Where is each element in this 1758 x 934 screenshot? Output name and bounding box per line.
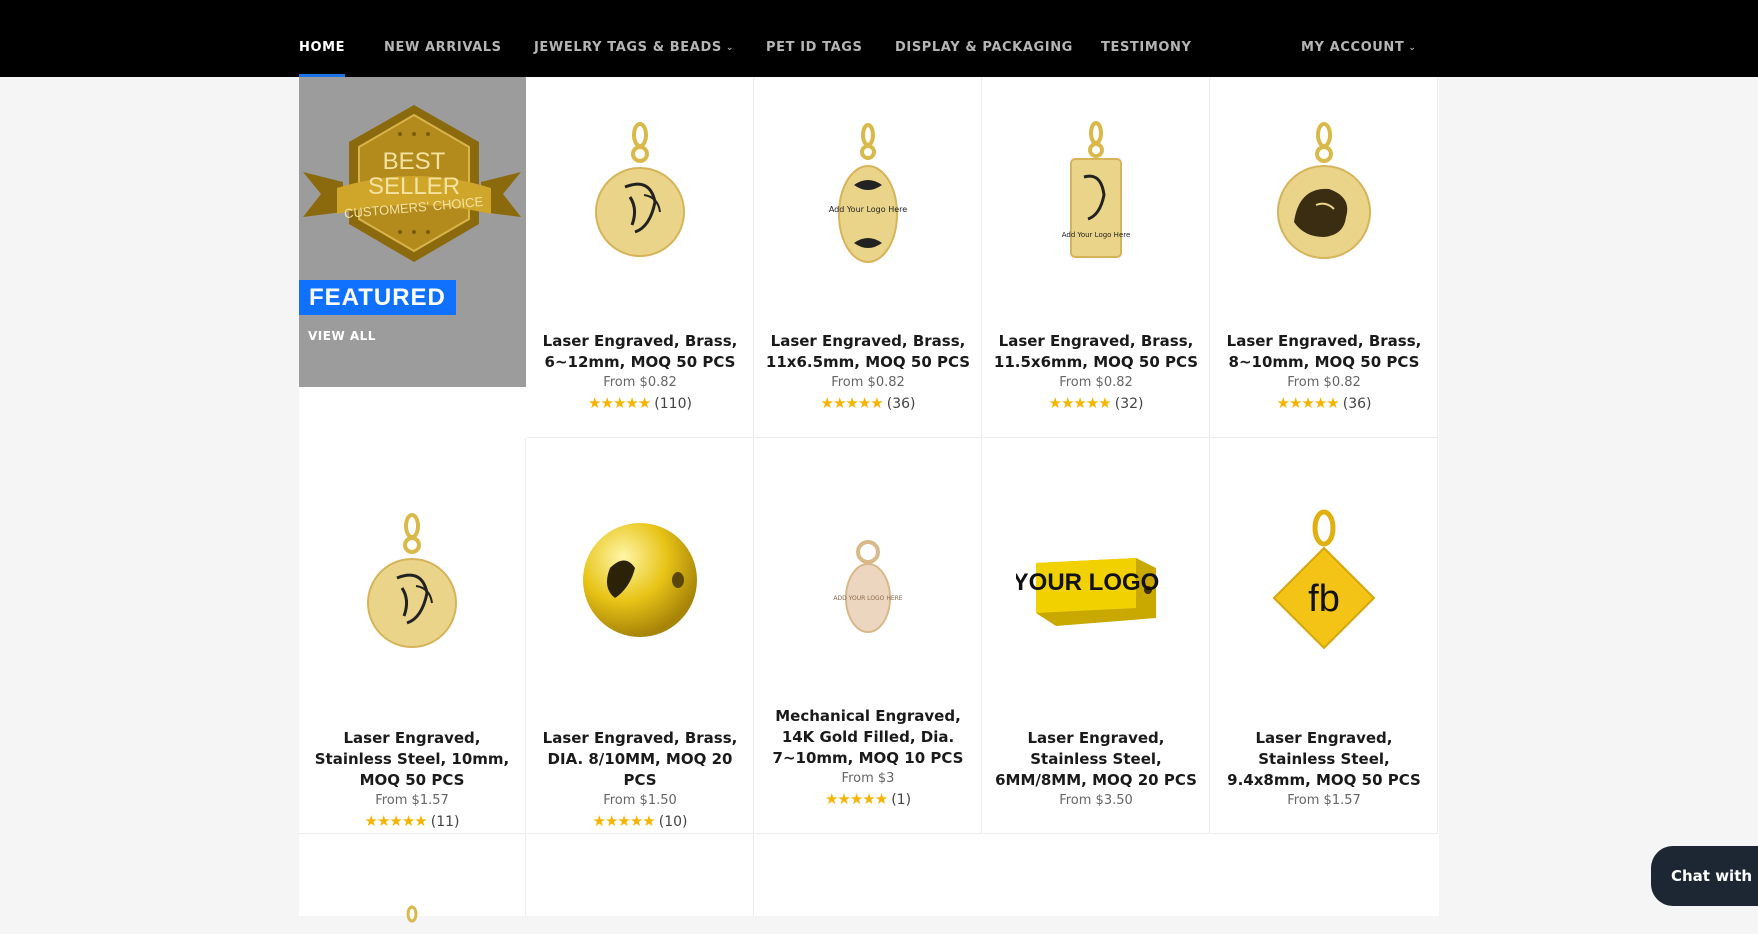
product-title[interactable]: Laser Engraved, Brass, 11.5x6mm, MOQ 50 … <box>991 331 1201 373</box>
product-image: YOUR LOGO <box>983 468 1209 698</box>
product-card[interactable] <box>299 834 526 923</box>
round-logo-pendant-icon <box>595 122 685 257</box>
featured-label: FEATURED <box>299 280 456 315</box>
product-price: From $0.82 <box>1287 375 1361 390</box>
nav-jewelry-tags-beads[interactable]: JEWELRY TAGS & BEADS ⌄ <box>534 0 734 77</box>
product-card[interactable]: ADD YOUR LOGO HERE Mechanical Engraved, … <box>755 438 982 834</box>
product-card[interactable]: Laser Engraved, Brass, 6~12mm, MOQ 50 PC… <box>527 77 754 438</box>
diamond-tag-icon: fb <box>1272 509 1376 650</box>
round-logo-pendant-icon <box>367 513 457 648</box>
review-count: (32) <box>1114 396 1144 412</box>
svg-text:Add Your Logo Here: Add Your Logo Here <box>1062 231 1131 239</box>
nav-my-account[interactable]: MY ACCOUNT ⌄ <box>1301 0 1417 77</box>
nav-testimony[interactable]: TESTIMONY <box>1101 0 1192 77</box>
product-card[interactable]: Add Your Logo Here Laser Engraved, Brass… <box>983 77 1210 438</box>
nav-jewelry-label: JEWELRY TAGS & BEADS <box>534 40 722 55</box>
product-image <box>1211 77 1437 307</box>
nav-home[interactable]: HOME <box>299 0 346 77</box>
product-price: From $1.50 <box>603 793 677 808</box>
chat-button[interactable]: Chat with us <box>1651 846 1758 906</box>
rating-stars: ★★★★★ (10) <box>592 812 688 830</box>
product-card[interactable] <box>527 834 754 916</box>
rating-stars: ★★★★★ (36) <box>820 394 916 412</box>
product-image: Add Your Logo Here <box>983 77 1209 307</box>
product-card[interactable]: Add Your Logo Here Laser Engraved, Brass… <box>755 77 982 438</box>
gold-bead-icon <box>583 523 697 637</box>
oval-logo-pendant-icon: Add Your Logo Here <box>829 123 907 263</box>
svg-text:ADD YOUR LOGO HERE: ADD YOUR LOGO HERE <box>833 595 902 602</box>
product-title[interactable]: Laser Engraved, Stainless Steel, 10mm, M… <box>307 728 517 791</box>
product-image: Add Your Logo Here <box>755 77 981 307</box>
review-count: (110) <box>654 396 692 412</box>
product-price: From $3 <box>841 771 895 786</box>
product-image <box>527 77 753 307</box>
rating-stars: ★★★★★ (11) <box>364 812 460 830</box>
rectangle-logo-pendant-icon: Add Your Logo Here <box>1062 121 1131 258</box>
product-title[interactable]: Laser Engraved, Stainless Steel, 9.4x8mm… <box>1219 728 1429 791</box>
rect-bar-bead-icon: YOUR LOGO <box>1016 558 1159 626</box>
nav-pet-id-tags[interactable]: PET ID TAGS <box>766 0 863 77</box>
best-seller-badge-icon: BEST SELLER CUSTOMERS' CHOICE <box>303 105 521 262</box>
rating-stars: ★★★★★ (110) <box>588 394 692 412</box>
product-price: From $1.57 <box>375 793 449 808</box>
product-price: From $0.82 <box>1059 375 1133 390</box>
product-card[interactable]: Laser Engraved, Brass, 8~10mm, MOQ 50 PC… <box>1211 77 1438 438</box>
rating-stars: ★★★★★ (1) <box>824 790 912 808</box>
lion-round-pendant-icon <box>1277 122 1371 259</box>
featured-collection[interactable]: BEST SELLER CUSTOMERS' CHOICE FEATURED V… <box>299 77 526 387</box>
product-card[interactable]: YOUR LOGO Laser Engraved, Stainless Stee… <box>983 438 1210 834</box>
view-all-link[interactable]: VIEW ALL <box>308 329 376 343</box>
product-image <box>299 468 525 698</box>
product-price: From $1.57 <box>1287 793 1361 808</box>
rating-stars: ★★★★★ (36) <box>1276 394 1372 412</box>
product-title[interactable]: Laser Engraved, Brass, DIA. 8/10MM, MOQ … <box>535 728 745 791</box>
product-card[interactable]: Laser Engraved, Brass, DIA. 8/10MM, MOQ … <box>527 438 754 834</box>
nav-account-label: MY ACCOUNT <box>1301 40 1405 55</box>
product-image: fb <box>1211 468 1437 698</box>
review-count: (36) <box>1342 396 1372 412</box>
rating-stars: ★★★★★ (32) <box>1048 394 1144 412</box>
product-card[interactable]: Laser Engraved, Stainless Steel, 10mm, M… <box>299 438 526 834</box>
product-image <box>527 468 753 698</box>
nav-new-arrivals[interactable]: NEW ARRIVALS <box>384 0 502 77</box>
review-count: (11) <box>430 814 460 830</box>
svg-text:fb: fb <box>1308 578 1340 620</box>
product-price: From $0.82 <box>603 375 677 390</box>
rose-gold-disc-icon: ADD YOUR LOGO HERE <box>833 540 903 633</box>
product-title[interactable]: Laser Engraved, Brass, 11x6.5mm, MOQ 50 … <box>763 331 973 373</box>
product-card[interactable]: fb Laser Engraved, Stainless Steel, 9.4x… <box>1211 438 1438 834</box>
svg-text:Add Your Logo Here: Add Your Logo Here <box>829 205 907 214</box>
nav-display-packaging[interactable]: DISPLAY & PACKAGING <box>895 0 1073 77</box>
review-count: (1) <box>891 792 912 808</box>
pendant-ring-icon <box>406 905 418 923</box>
product-title[interactable]: Laser Engraved, Brass, 8~10mm, MOQ 50 PC… <box>1219 331 1429 373</box>
svg-text:YOUR LOGO: YOUR LOGO <box>1016 569 1159 596</box>
product-price: From $3.50 <box>1059 793 1133 808</box>
product-title[interactable]: Laser Engraved, Stainless Steel, 6MM/8MM… <box>991 728 1201 791</box>
top-navigation: HOME NEW ARRIVALS JEWELRY TAGS & BEADS ⌄ … <box>0 0 1758 77</box>
product-title[interactable]: Laser Engraved, Brass, 6~12mm, MOQ 50 PC… <box>535 331 745 373</box>
review-count: (36) <box>886 396 916 412</box>
svg-text:BEST: BEST <box>383 148 446 175</box>
product-title[interactable]: Mechanical Engraved, 14K Gold Filled, Di… <box>763 706 973 769</box>
product-image: ADD YOUR LOGO HERE <box>755 468 981 698</box>
svg-text:SELLER: SELLER <box>368 173 460 200</box>
product-price: From $0.82 <box>831 375 905 390</box>
review-count: (10) <box>658 814 688 830</box>
